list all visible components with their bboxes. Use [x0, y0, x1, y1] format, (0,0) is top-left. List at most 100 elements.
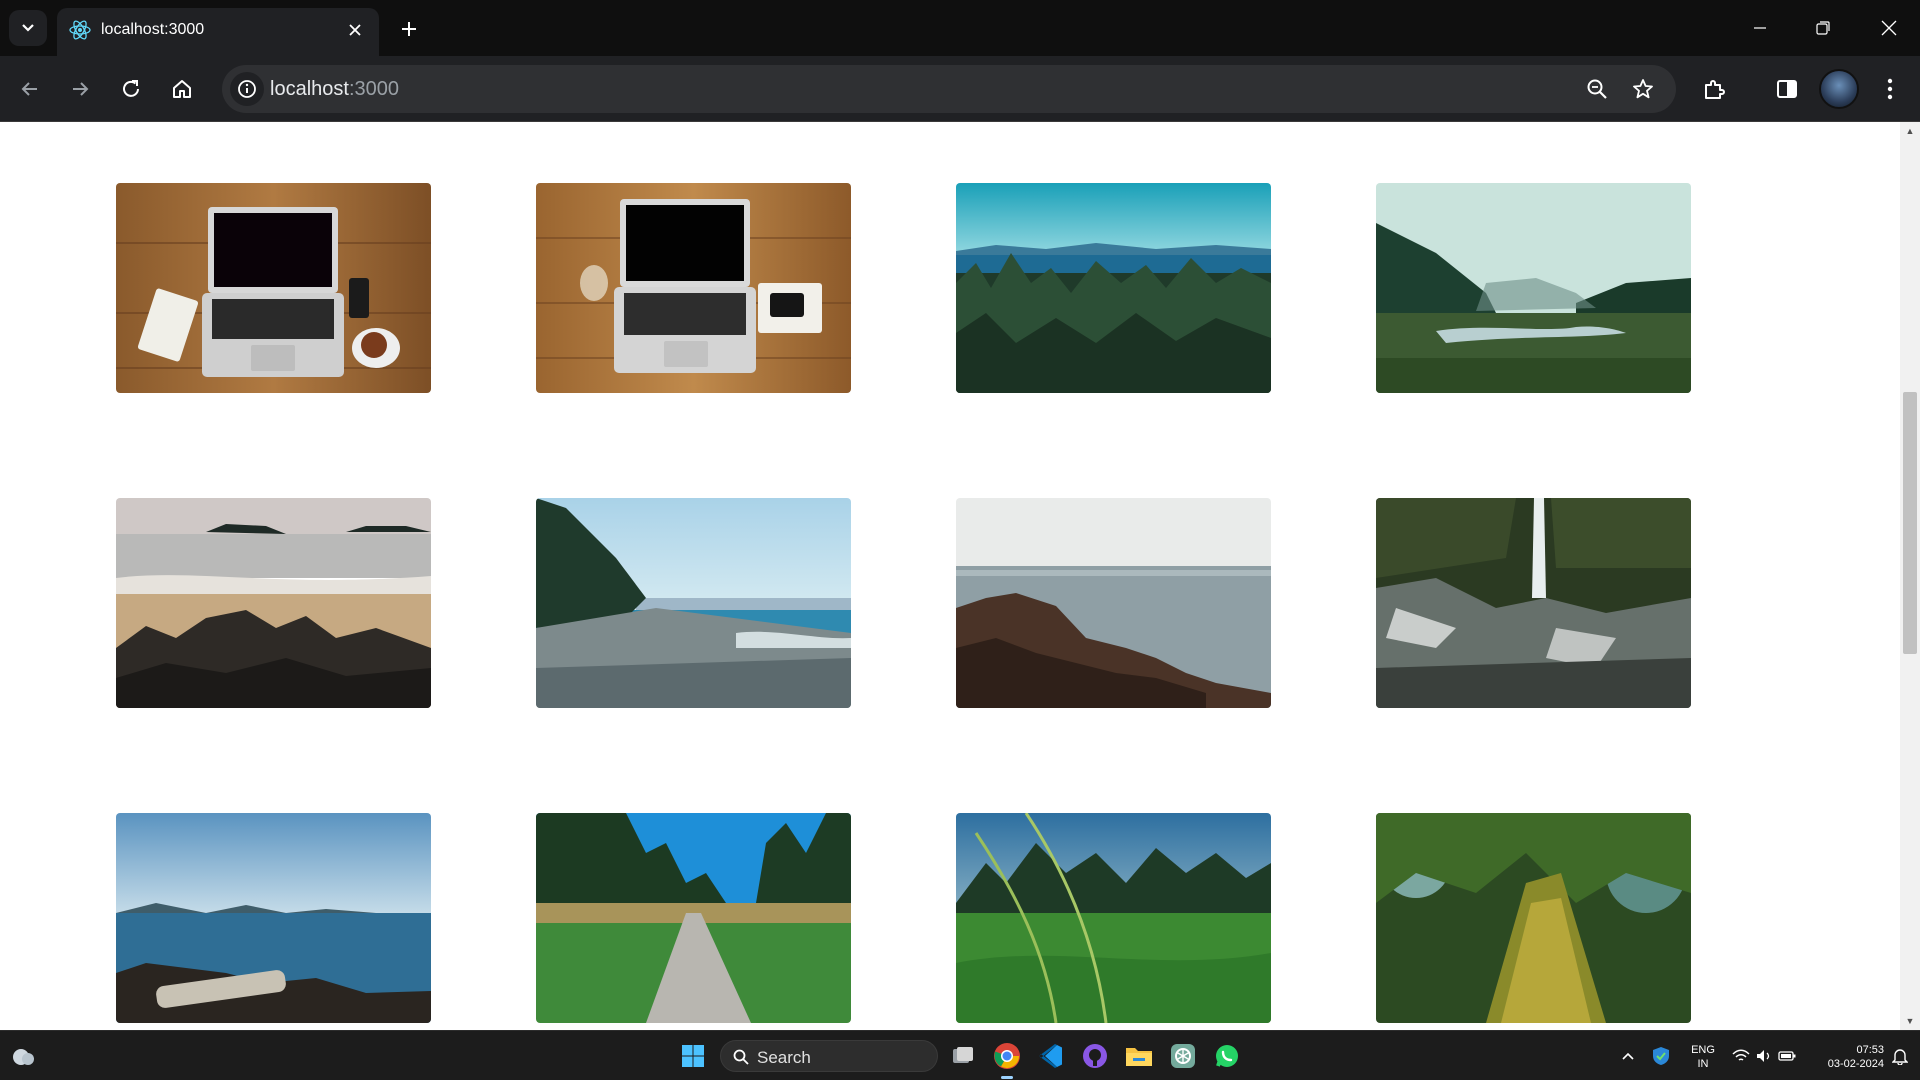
- windows-taskbar: Search ENG IN 07:53 03-02-2024: [0, 1030, 1920, 1080]
- github-icon: [1083, 1044, 1107, 1068]
- plus-icon: [402, 22, 416, 36]
- chevron-up-icon: [1622, 1052, 1634, 1060]
- new-tab-button[interactable]: [392, 12, 426, 46]
- taskbar-whatsapp[interactable]: [1210, 1039, 1244, 1073]
- bookmark-button[interactable]: [1626, 72, 1660, 106]
- gallery-photo[interactable]: [116, 183, 431, 393]
- arrow-left-icon: [21, 82, 37, 96]
- gallery-photo[interactable]: [956, 183, 1271, 393]
- browser-tab-active[interactable]: localhost:3000: [57, 8, 379, 56]
- address-bar[interactable]: localhost:3000: [222, 65, 1676, 113]
- shield-icon: [1653, 1047, 1669, 1065]
- photo-forest-path: [536, 813, 851, 1023]
- gallery-photo[interactable]: [1376, 498, 1691, 708]
- defender-tray-icon[interactable]: [1648, 1039, 1674, 1073]
- clock[interactable]: 07:53 03-02-2024: [1808, 1043, 1884, 1071]
- taskbar-chatgpt[interactable]: [1166, 1039, 1200, 1073]
- side-panel-icon: [1777, 80, 1797, 98]
- profile-avatar[interactable]: [1819, 69, 1859, 109]
- home-icon: [173, 80, 191, 98]
- chrome-icon: [994, 1043, 1020, 1069]
- zoom-button[interactable]: [1580, 72, 1614, 106]
- side-panel-button[interactable]: [1769, 71, 1805, 107]
- gallery-photo[interactable]: [956, 813, 1271, 1023]
- gallery-photo[interactable]: [116, 813, 431, 1023]
- taskbar-search-label: Search: [757, 1048, 811, 1067]
- restore-icon: [1815, 21, 1830, 35]
- gallery-photo[interactable]: [1376, 183, 1691, 393]
- wifi-icon: [1732, 1049, 1750, 1061]
- search-icon: [733, 1049, 749, 1065]
- photo-pebble-shore-trees: [536, 498, 851, 708]
- minimize-window-button[interactable]: [1728, 0, 1791, 56]
- puzzle-icon: [1705, 80, 1725, 99]
- scroll-up-arrow[interactable]: ▲: [1900, 122, 1920, 140]
- taskbar-vscode[interactable]: [1034, 1039, 1068, 1073]
- site-info-button[interactable]: [230, 72, 264, 106]
- page-scrollbar[interactable]: ▲ ▼: [1900, 122, 1920, 1030]
- bell-icon: [1892, 1049, 1908, 1065]
- photo-forest-lake-view: [956, 183, 1271, 393]
- gallery-photo[interactable]: [536, 498, 851, 708]
- tab-close-button[interactable]: [341, 16, 369, 44]
- gallery-photo[interactable]: [1376, 813, 1691, 1023]
- zoom-out-icon: [1587, 79, 1607, 99]
- browser-menu-button[interactable]: [1872, 71, 1908, 107]
- quick-settings-button[interactable]: [1728, 1039, 1800, 1073]
- photo-lake-driftwood: [116, 813, 431, 1023]
- forward-button[interactable]: [62, 71, 98, 107]
- photo-rocky-coast-sea: [956, 498, 1271, 708]
- photo-grass-closeup: [956, 813, 1271, 1023]
- clock-date: 03-02-2024: [1827, 1058, 1884, 1070]
- volume-icon: [1757, 1050, 1770, 1062]
- photo-waterfall-rocks: [1376, 498, 1691, 708]
- notification-center-button[interactable]: [1886, 1039, 1914, 1073]
- close-icon: [349, 24, 361, 36]
- react-icon: [69, 20, 91, 40]
- scroll-down-arrow[interactable]: ▼: [1900, 1012, 1920, 1030]
- photo-misty-valley-river: [1376, 183, 1691, 393]
- show-hidden-icons-button[interactable]: [1616, 1039, 1640, 1073]
- folder-icon: [1126, 1048, 1152, 1066]
- browser-title-bar: localhost:3000: [0, 0, 1920, 56]
- gallery-photo[interactable]: [536, 183, 851, 393]
- back-button[interactable]: [12, 71, 48, 107]
- reload-button[interactable]: [113, 71, 149, 107]
- photo-laptop-desk-phone: [536, 183, 851, 393]
- weather-widget[interactable]: [6, 1039, 40, 1073]
- taskbar-search[interactable]: Search: [720, 1040, 938, 1072]
- browser-toolbar: localhost:3000: [0, 56, 1920, 122]
- chatgpt-icon: [1171, 1044, 1195, 1068]
- windows-logo-icon: [682, 1045, 704, 1067]
- clock-time: 07:53: [1856, 1044, 1884, 1056]
- vscode-icon: [1039, 1044, 1062, 1068]
- language-code: ENG: [1691, 1044, 1715, 1056]
- kebab-menu-icon: [1887, 78, 1893, 100]
- close-window-button[interactable]: [1857, 0, 1920, 56]
- start-button[interactable]: [676, 1039, 710, 1073]
- url-host: localhost: [270, 78, 349, 100]
- task-view-button[interactable]: [946, 1039, 980, 1073]
- star-icon: [1633, 79, 1653, 99]
- extensions-button[interactable]: [1696, 71, 1732, 107]
- tab-search-button[interactable]: [9, 10, 47, 46]
- gallery-photo[interactable]: [116, 498, 431, 708]
- image-gallery: [116, 183, 1691, 1023]
- home-button[interactable]: [164, 71, 200, 107]
- reload-icon: [123, 80, 139, 97]
- tab-title: localhost:3000: [101, 21, 205, 38]
- gallery-photo[interactable]: [536, 813, 851, 1023]
- taskbar-github[interactable]: [1078, 1039, 1112, 1073]
- chevron-down-icon: [22, 24, 34, 32]
- language-indicator[interactable]: ENG IN: [1684, 1043, 1722, 1071]
- restore-window-button[interactable]: [1791, 0, 1854, 56]
- battery-icon: [1778, 1051, 1796, 1061]
- taskbar-file-explorer[interactable]: [1122, 1039, 1156, 1073]
- gallery-photo[interactable]: [956, 498, 1271, 708]
- task-view-icon: [953, 1047, 973, 1063]
- taskbar-chrome[interactable]: [990, 1039, 1024, 1073]
- scrollbar-thumb[interactable]: [1903, 392, 1917, 654]
- arrow-right-icon: [73, 82, 89, 96]
- close-icon: [1881, 20, 1896, 36]
- minimize-icon: [1753, 27, 1766, 29]
